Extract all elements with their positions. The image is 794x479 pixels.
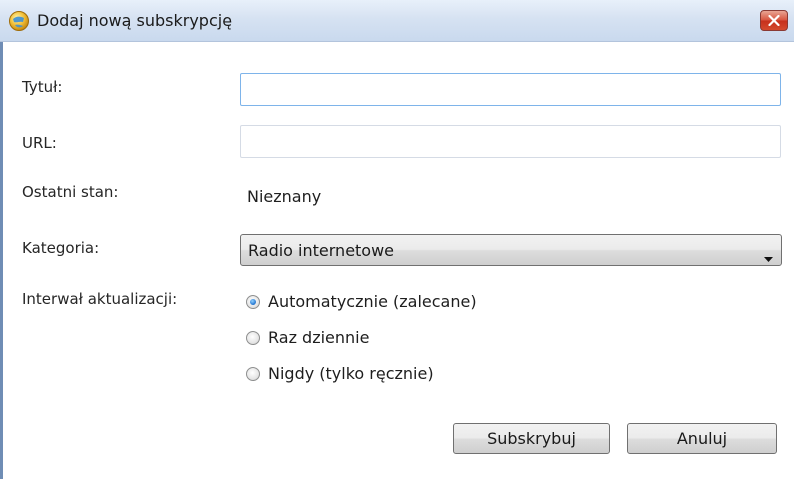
title-input[interactable] [240, 73, 781, 106]
category-selected-value: Radio internetowe [248, 241, 395, 260]
cancel-button[interactable]: Anuluj [627, 423, 777, 454]
subscription-dialog: Dodaj nową subskrypcję Tytuł: URL: Ostat… [0, 0, 794, 479]
radio-label-never: Nigdy (tylko ręcznie) [268, 364, 434, 383]
chevron-down-icon [764, 247, 773, 266]
subscribe-button[interactable]: Subskrybuj [453, 423, 610, 454]
radio-button[interactable] [246, 331, 260, 345]
window-title: Dodaj nową subskrypcję [37, 11, 233, 30]
status-value: Nieznany [247, 187, 322, 206]
url-input[interactable] [240, 125, 781, 158]
radio-label-automatic: Automatycznie (zalecane) [268, 292, 477, 311]
app-globe-icon [8, 10, 30, 32]
radio-button-checked[interactable] [246, 295, 260, 309]
url-field-label: URL: [22, 134, 57, 152]
close-x-icon [768, 15, 780, 26]
radio-button[interactable] [246, 367, 260, 381]
category-label: Kategoria: [22, 239, 100, 257]
category-select[interactable]: Radio internetowe [240, 234, 782, 266]
close-button[interactable] [760, 10, 788, 31]
status-label: Ostatni stan: [22, 183, 119, 201]
window-border [0, 42, 3, 479]
title-field-label: Tytuł: [22, 78, 63, 96]
title-bar: Dodaj nową subskrypcję [0, 0, 794, 42]
interval-label: Interwał aktualizacji: [22, 290, 178, 308]
radio-label-daily: Raz dziennie [268, 328, 370, 347]
